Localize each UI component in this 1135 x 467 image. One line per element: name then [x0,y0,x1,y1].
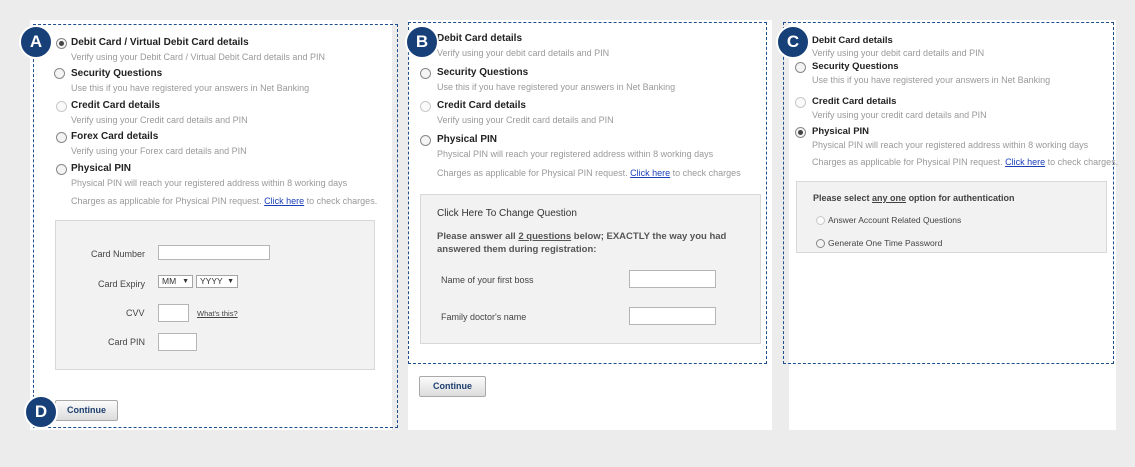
option-desc-b-debit-card: Verify using your debit card details and… [437,48,610,58]
radio-c-physical-pin[interactable] [795,127,806,138]
question-1-input[interactable] [629,270,716,288]
click-here-link-c[interactable]: Click here [1005,157,1045,167]
expiry-year-value: YYYY [200,276,223,286]
authentication-prompt: Please select any one option for authent… [813,193,1015,203]
auth-emphasis: any one [872,193,907,203]
radio-credit-card[interactable] [56,101,67,112]
expiry-year-select[interactable]: YYYY ▼ [196,275,238,288]
option-title-forex-card: Forex Card details [71,131,159,142]
instr-prefix: Please answer all [437,231,519,242]
option-title-credit-card: Credit Card details [71,100,160,111]
option-title-security-questions: Security Questions [71,68,163,79]
radio-security-questions[interactable] [54,68,65,79]
charges-suffix-b: to check charges [672,168,741,178]
chevron-down-icon: ▼ [227,278,234,285]
expiry-month-value: MM [162,276,177,286]
option-desc-forex-card: Verify using your Forex card details and… [71,146,247,156]
instr-suffix: below; EXACTLY the way you had [571,231,727,242]
radio-answer-account-questions[interactable] [816,216,825,225]
auth-suffix: option for authentication [906,193,1015,203]
radio-generate-otp[interactable] [816,239,825,248]
option-title-b-debit-card: Debit Card details [437,33,523,44]
option-desc-c-security-questions: Use this if you have registered your ans… [812,75,1051,85]
card-number-input[interactable] [158,245,270,260]
radio-c-security-questions[interactable] [795,62,806,73]
option-desc-c-credit-card: Verify using your credit card details an… [812,110,987,120]
cvv-input[interactable] [158,304,189,322]
radio-c-credit-card[interactable] [795,97,806,108]
option-title-c-security-questions: Security Questions [812,61,899,72]
charges-note-c: Charges as applicable for Physical PIN r… [812,157,1118,167]
option-desc-b-credit-card: Verify using your Credit card details an… [437,115,614,125]
marker-a: A [19,25,53,59]
card-pin-label: Card PIN [108,337,146,347]
option-desc-debit-card: Verify using your Debit Card / Virtual D… [71,52,325,62]
auth-option-answer-questions: Answer Account Related Questions [828,215,962,225]
card-pin-input[interactable] [158,333,197,351]
auth-option-generate-otp: Generate One Time Password [828,238,943,248]
question-2-label: Family doctor's name [441,312,527,322]
change-question-link[interactable]: Click Here To Change Question [437,208,577,219]
option-title-c-credit-card: Credit Card details [812,96,897,107]
charges-prefix: Charges as applicable for Physical PIN r… [71,196,262,206]
charges-prefix-b: Charges as applicable for Physical PIN r… [437,168,628,178]
click-here-link[interactable]: Click here [264,196,304,206]
security-instructions-line2: answered them during registration: [437,244,597,255]
marker-b: B [405,25,439,59]
option-title-physical-pin: Physical PIN [71,163,132,174]
marker-c: C [776,25,810,59]
option-title-b-security-questions: Security Questions [437,67,529,78]
click-here-link-b[interactable]: Click here [630,168,670,178]
option-title-debit-card: Debit Card / Virtual Debit Card details [71,37,249,48]
option-desc-c-debit-card: Verify using your debit card details and… [812,48,985,58]
option-desc-b-physical-pin: Physical PIN will reach your registered … [437,149,714,159]
question-2-input[interactable] [629,307,716,325]
auth-prefix: Please select [813,193,873,203]
instr-emphasis: 2 questions [518,231,572,242]
option-desc-physical-pin: Physical PIN will reach your registered … [71,178,348,188]
option-title-c-debit-card: Debit Card details [812,35,893,46]
continue-button-b[interactable]: Continue [419,376,486,397]
radio-b-credit-card[interactable] [420,101,431,112]
option-title-b-credit-card: Credit Card details [437,100,526,111]
expiry-month-select[interactable]: MM ▼ [158,275,193,288]
question-1-label: Name of your first boss [441,275,534,285]
radio-forex-card[interactable] [56,132,67,143]
charges-suffix: to check charges. [306,196,378,206]
option-title-b-physical-pin: Physical PIN [437,134,498,145]
card-number-label: Card Number [91,249,146,259]
radio-b-physical-pin[interactable] [420,135,431,146]
security-instructions: Please answer all 2 questions below; EXA… [437,231,726,242]
charges-suffix-c: to check charges. [1047,157,1119,167]
card-expiry-label: Card Expiry [98,279,146,289]
radio-physical-pin[interactable] [56,164,67,175]
whats-this-link[interactable]: What's this? [197,309,238,318]
option-desc-b-security-questions: Use this if you have registered your ans… [437,82,676,92]
option-desc-security-questions: Use this if you have registered your ans… [71,83,310,93]
card-details-form [55,220,375,370]
option-desc-credit-card: Verify using your Credit card details an… [71,115,248,125]
charges-note: Charges as applicable for Physical PIN r… [71,196,377,206]
charges-prefix-c: Charges as applicable for Physical PIN r… [812,157,1003,167]
marker-d: D [24,395,58,429]
continue-button-a[interactable]: Continue [55,400,118,421]
option-desc-c-physical-pin: Physical PIN will reach your registered … [812,140,1089,150]
cvv-label: CVV [126,308,145,318]
radio-b-security-questions[interactable] [420,68,431,79]
charges-note-b: Charges as applicable for Physical PIN r… [437,168,741,178]
chevron-down-icon: ▼ [182,278,189,285]
option-title-c-physical-pin: Physical PIN [812,126,870,137]
radio-debit-card[interactable] [56,38,67,49]
